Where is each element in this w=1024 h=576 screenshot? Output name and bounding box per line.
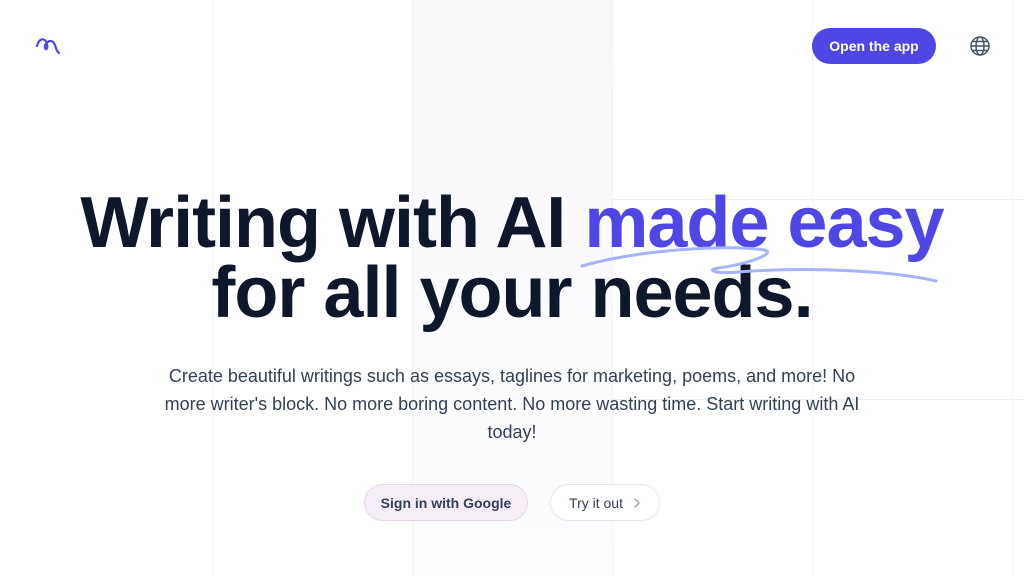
try-it-out-label: Try it out xyxy=(569,494,623,511)
chevron-right-icon xyxy=(634,497,640,508)
headline-accent: made easy xyxy=(584,183,944,263)
sign-in-google-label: Sign in with Google xyxy=(380,494,512,511)
landing-page: Open the app Writing with AI made easy f… xyxy=(0,0,1024,576)
headline-text: Writing with AI xyxy=(80,183,585,263)
globe-icon[interactable] xyxy=(968,34,992,58)
hero-headline: Writing with AI made easy for all your n… xyxy=(0,183,1024,329)
sign-in-google-button[interactable]: Sign in with Google xyxy=(364,484,528,521)
squiggle-logo-icon[interactable] xyxy=(35,34,61,56)
try-it-out-button[interactable]: Try it out xyxy=(550,484,660,521)
open-app-button[interactable]: Open the app xyxy=(812,28,936,64)
hero-subtext: Create beautiful writings such as essays… xyxy=(164,366,860,442)
headline-line2: for all your needs. xyxy=(211,253,813,333)
